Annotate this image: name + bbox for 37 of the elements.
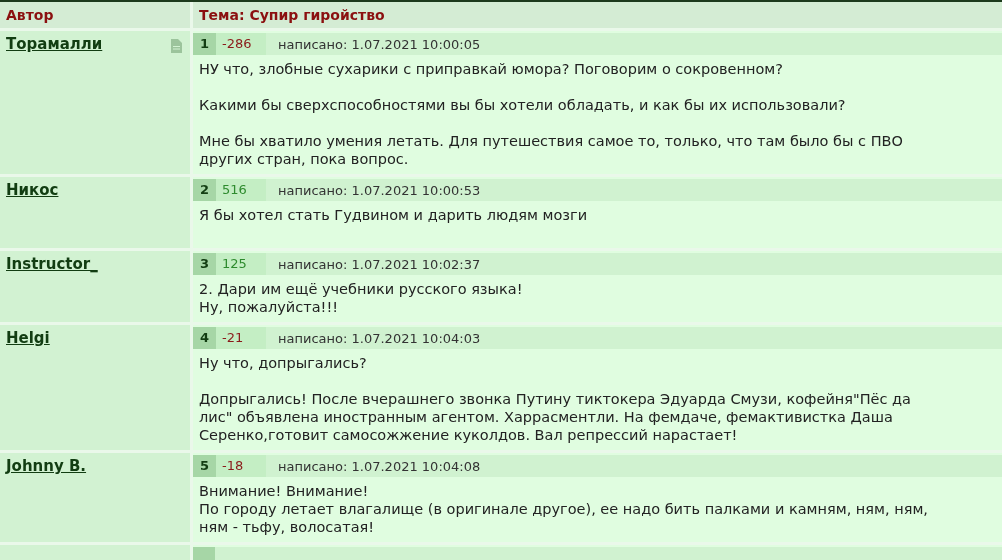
author-link[interactable]: Никос: [6, 181, 59, 199]
post-rating: -18: [216, 455, 267, 477]
message-text: Какими бы сверхспособностями вы бы хотели обладать, и как бы их использовали?: [199, 97, 846, 113]
message-text: По городу летает влагалище (в оригинале другое), ее надо бить палками и камням, ням, ням,: [199, 501, 928, 517]
post-date: написано: 1.07.2021 10:04:03: [278, 330, 481, 346]
message-text: Серенко,готовит самосожжение куколдов. Вал репрессий нарастает!: [199, 427, 738, 443]
message-text: Допрыгались! После вчерашнего звонка Путину тиктокера Эдуарда Смузи, кофейня"Пёс да: [199, 391, 911, 407]
post-rating: 125: [216, 253, 267, 275]
post-number[interactable]: 5: [193, 455, 217, 477]
message-text: других стран, пока вопрос.: [199, 151, 409, 167]
post-rating: -286: [216, 33, 267, 55]
message-text: ням - тьфу, волосатая!: [199, 519, 375, 535]
post-date: написано: 1.07.2021 10:00:53: [278, 182, 481, 198]
post-rating: -21: [216, 327, 267, 349]
post-number[interactable]: 4: [193, 327, 217, 349]
author-link[interactable]: Johnny B.: [6, 457, 87, 475]
author-link[interactable]: Торамалли: [6, 35, 103, 53]
post-date: написано: 1.07.2021 10:04:08: [278, 458, 481, 474]
post-number[interactable]: 1: [193, 33, 217, 55]
message-text: Мне бы хватило умения летать. Для путешествия самое то, только, что там было бы с ПВО: [199, 133, 903, 149]
author-link[interactable]: Helgi: [6, 329, 50, 347]
message-text: НУ что, злобные сухарики с приправкай юмора? Поговорим о сокровенном?: [199, 61, 783, 77]
message-text: Внимание! Внимание!: [199, 483, 369, 499]
post-number[interactable]: 3: [193, 253, 217, 275]
post-number[interactable]: 2: [193, 179, 217, 201]
message-text: лис" объявлена иностранным агентом. Харрасментли. На фемдаче, фемактивистка Даша: [199, 409, 893, 425]
author-link[interactable]: Instructor_: [6, 255, 98, 273]
column-header: Автор: [6, 7, 54, 23]
message-text: Ну что, допрыгались?: [199, 355, 367, 371]
post-date: написано: 1.07.2021 10:00:05: [278, 36, 481, 52]
post-date: написано: 1.07.2021 10:02:37: [278, 256, 481, 272]
post-rating: 516: [216, 179, 267, 201]
message-text: 2. Дари им ещё учебники русского языка!: [199, 281, 523, 297]
message-text: Ну, пожалуйста!!!: [199, 299, 339, 315]
topic-title: Тема: Супир гиройство: [199, 7, 385, 23]
document-icon[interactable]: [171, 39, 182, 53]
message-text: Я бы хотел стать Гудвином и дарить людям мозги: [199, 207, 588, 223]
